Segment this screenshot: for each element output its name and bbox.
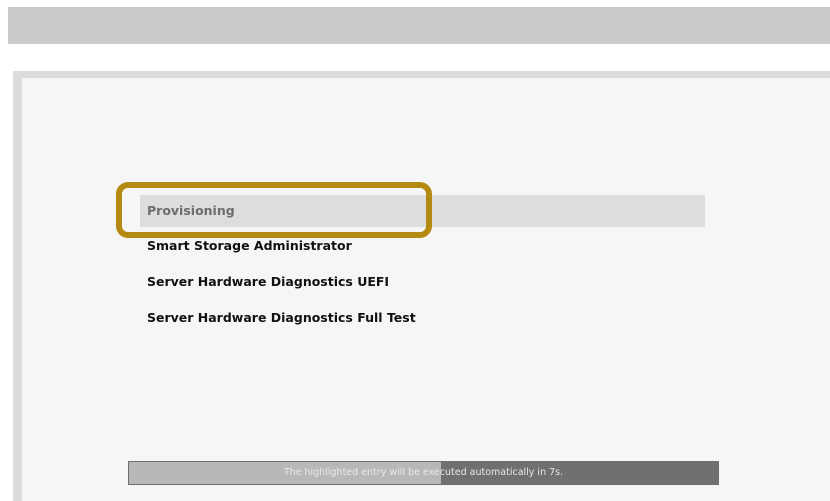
top-title-bar [8, 7, 830, 44]
menu-entry-smart-storage-administrator[interactable]: Smart Storage Administrator [140, 230, 352, 262]
menu-entry-provisioning[interactable]: Provisioning [140, 195, 705, 227]
timeout-progress-bar: The highlighted entry will be executed a… [128, 461, 719, 485]
boot-menu-screen: Provisioning Smart Storage Administrator… [0, 0, 830, 501]
menu-entry-server-hardware-diagnostics-full-test[interactable]: Server Hardware Diagnostics Full Test [140, 302, 416, 334]
timeout-message: The highlighted entry will be executed a… [283, 467, 564, 478]
menu-entry-server-hardware-diagnostics-uefi[interactable]: Server Hardware Diagnostics UEFI [140, 266, 389, 298]
